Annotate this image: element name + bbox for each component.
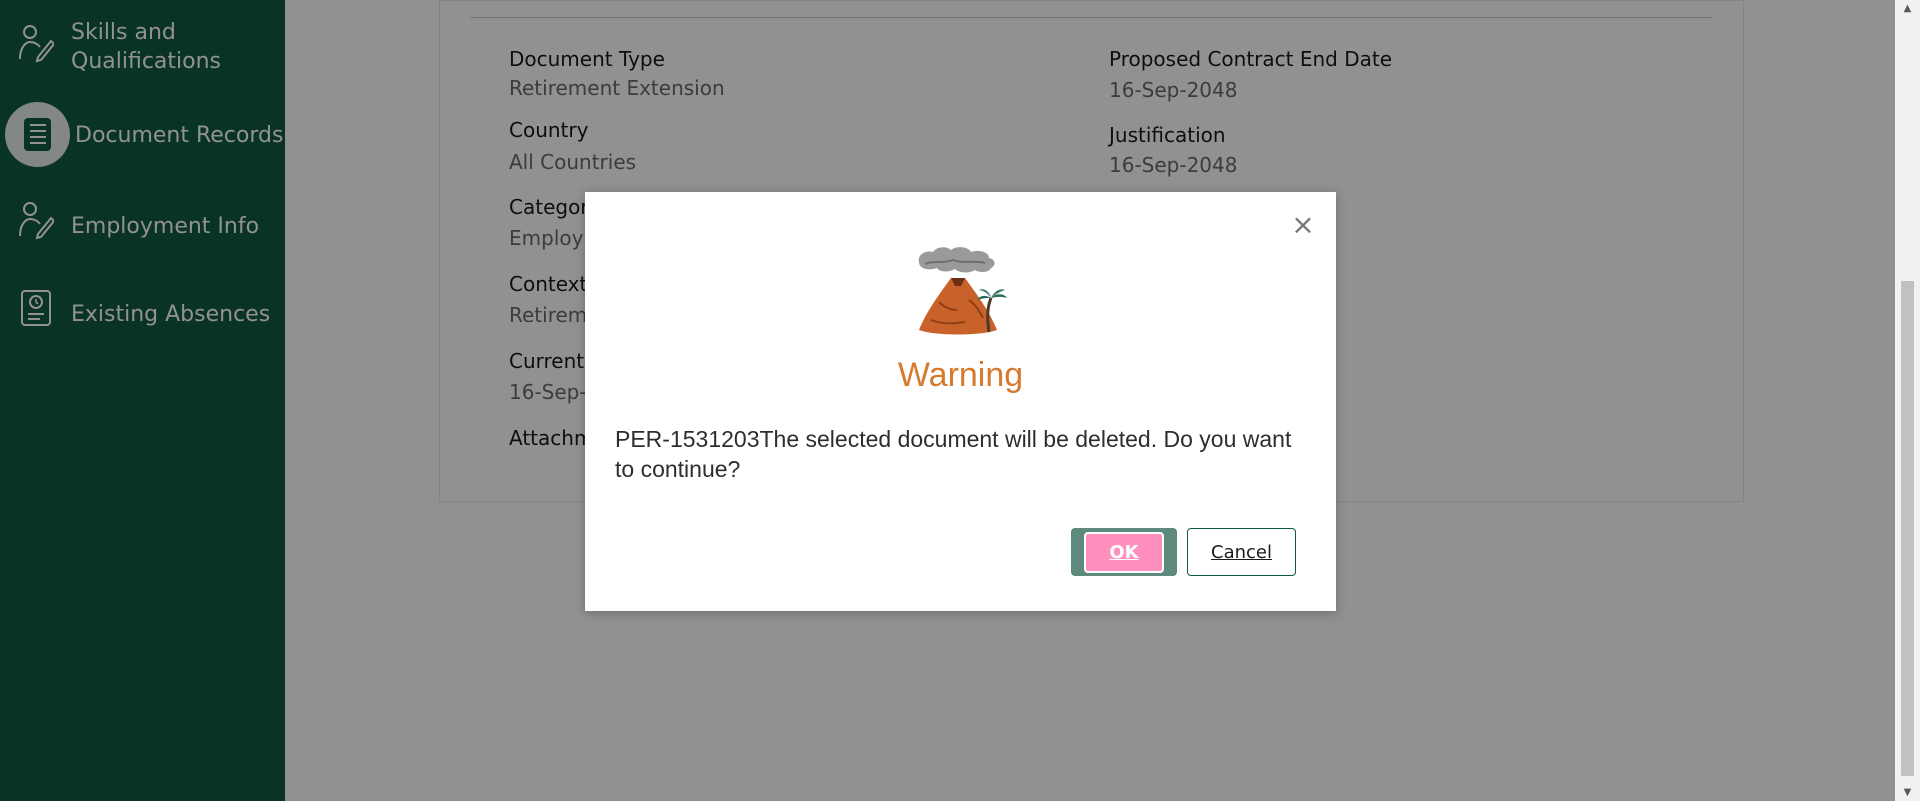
cancel-button-label: Cancel (1211, 541, 1272, 563)
dialog-title: Warning (897, 356, 1024, 394)
ok-button-focus-ring: OK (1071, 528, 1177, 576)
ok-button[interactable]: OK (1084, 531, 1164, 573)
scrollbar-thumb[interactable] (1901, 281, 1914, 776)
vertical-scrollbar[interactable]: ▲ ▼ (1895, 0, 1920, 801)
scroll-down-arrow-icon[interactable]: ▼ (1895, 784, 1920, 801)
dialog-message: PER-1531203The selected document will be… (615, 426, 1292, 482)
close-icon[interactable]: × (1289, 208, 1317, 241)
warning-dialog: × Warning PER-1531203The selected docume… (585, 192, 1336, 611)
scroll-up-arrow-icon[interactable]: ▲ (1895, 0, 1920, 17)
cancel-button[interactable]: Cancel (1187, 528, 1296, 576)
volcano-icon (909, 240, 1009, 340)
